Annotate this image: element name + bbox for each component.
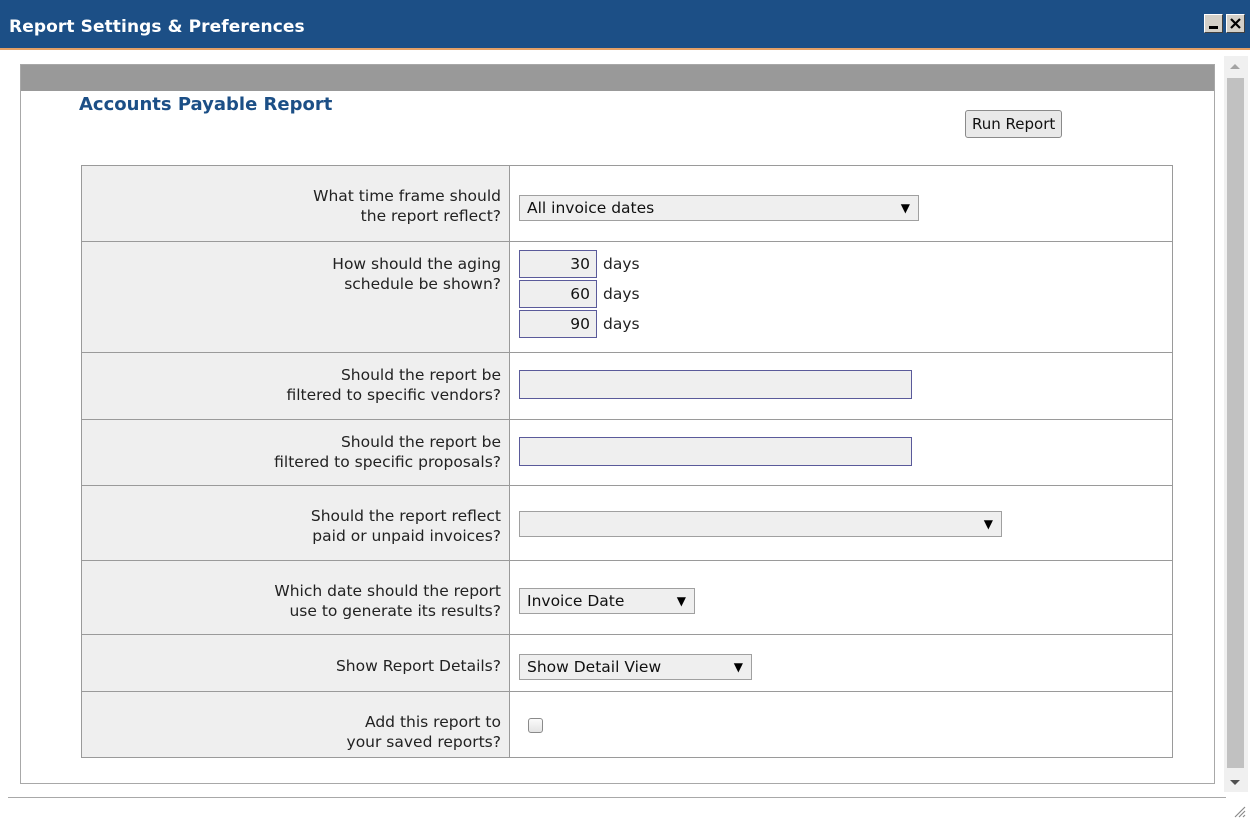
question-line: filtered to specific vendors?: [286, 386, 501, 404]
days-label: days: [603, 285, 640, 303]
details-value: Show Detail View: [527, 658, 662, 676]
details-select[interactable]: Show Detail View ▼: [519, 654, 752, 680]
time-frame-row: What time frame should the report reflec…: [81, 165, 1173, 242]
close-button[interactable]: [1226, 14, 1245, 33]
date-basis-row: Which date should the report use to gene…: [81, 560, 1173, 635]
aging-days-input-1[interactable]: 30: [519, 250, 597, 278]
question-line: How should the aging: [332, 255, 501, 273]
vertical-scrollbar[interactable]: [1224, 56, 1248, 792]
time-frame-value: All invoice dates: [527, 199, 655, 217]
details-question: Show Report Details?: [81, 634, 510, 692]
aging-bucket-1: 30 days: [519, 250, 1172, 280]
aging-question: How should the aging schedule be shown?: [81, 241, 510, 353]
question-line: Show Report Details?: [335, 657, 501, 675]
aging-bucket-3: 90 days: [519, 310, 1172, 340]
vendors-row: Should the report be filtered to specifi…: [81, 352, 1173, 420]
question-line: use to generate its results?: [289, 602, 501, 620]
question-line: Should the report be: [340, 366, 501, 384]
panel-header-band: [21, 65, 1214, 91]
save-report-checkbox[interactable]: [528, 718, 543, 733]
title-bar: Report Settings & Preferences: [0, 0, 1250, 50]
paid-unpaid-question: Should the report reflect paid or unpaid…: [81, 485, 510, 561]
proposals-filter-input[interactable]: [519, 437, 912, 466]
question-line: Should the report reflect: [310, 507, 501, 525]
days-label: days: [603, 255, 640, 273]
question-line: What time frame should: [313, 187, 501, 205]
run-report-button[interactable]: Run Report: [965, 110, 1063, 138]
vendors-question: Should the report be filtered to specifi…: [81, 352, 510, 420]
close-icon: [1230, 18, 1241, 29]
report-settings-window: Report Settings & Preferences Accounts P…: [0, 0, 1250, 821]
dropdown-arrow-icon: ▼: [676, 594, 686, 608]
dropdown-arrow-icon: ▼: [900, 201, 910, 215]
question-line: filtered to specific proposals?: [274, 453, 501, 471]
save-question: Add this report to your saved reports?: [81, 691, 510, 758]
question-line: Which date should the report: [274, 582, 501, 600]
report-title: Accounts Payable Report: [79, 94, 333, 115]
minimize-icon: [1209, 26, 1218, 29]
time-frame-select[interactable]: All invoice dates ▼: [519, 195, 919, 221]
scroll-up-icon[interactable]: [1230, 64, 1240, 69]
dropdown-arrow-icon: ▼: [733, 660, 743, 674]
proposals-question: Should the report be filtered to specifi…: [81, 419, 510, 486]
footer-divider: [8, 797, 1226, 798]
resize-grip-icon[interactable]: [1232, 804, 1246, 818]
save-row: Add this report to your saved reports?: [81, 691, 1173, 758]
paid-unpaid-select[interactable]: ▼: [519, 511, 1002, 537]
question-line: paid or unpaid invoices?: [312, 527, 501, 545]
dropdown-arrow-icon: ▼: [983, 517, 993, 531]
date-basis-value: Invoice Date: [527, 592, 625, 610]
report-panel: Accounts Payable Report Run Report What …: [20, 64, 1215, 784]
time-frame-question: What time frame should the report reflec…: [81, 165, 510, 242]
aging-days-input-3[interactable]: 90: [519, 310, 597, 338]
aging-days-input-2[interactable]: 60: [519, 280, 597, 308]
vendors-filter-input[interactable]: [519, 370, 912, 399]
window-title: Report Settings & Preferences: [9, 17, 305, 37]
proposals-row: Should the report be filtered to specifi…: [81, 419, 1173, 486]
scroll-down-icon[interactable]: [1230, 780, 1240, 785]
date-basis-select[interactable]: Invoice Date ▼: [519, 588, 695, 614]
paid-unpaid-row: Should the report reflect paid or unpaid…: [81, 485, 1173, 561]
details-row: Show Report Details? Show Detail View ▼: [81, 634, 1173, 692]
question-line: Should the report be: [340, 433, 501, 451]
report-options-table: What time frame should the report reflec…: [81, 165, 1173, 758]
question-line: Add this report to: [365, 713, 501, 731]
question-line: schedule be shown?: [344, 275, 501, 293]
aging-row: How should the aging schedule be shown? …: [81, 241, 1173, 353]
minimize-button[interactable]: [1204, 14, 1223, 33]
question-line: the report reflect?: [360, 207, 501, 225]
question-line: your saved reports?: [346, 733, 501, 751]
aging-bucket-2: 60 days: [519, 280, 1172, 310]
days-label: days: [603, 315, 640, 333]
date-basis-question: Which date should the report use to gene…: [81, 560, 510, 635]
scrollbar-thumb[interactable]: [1227, 78, 1244, 768]
